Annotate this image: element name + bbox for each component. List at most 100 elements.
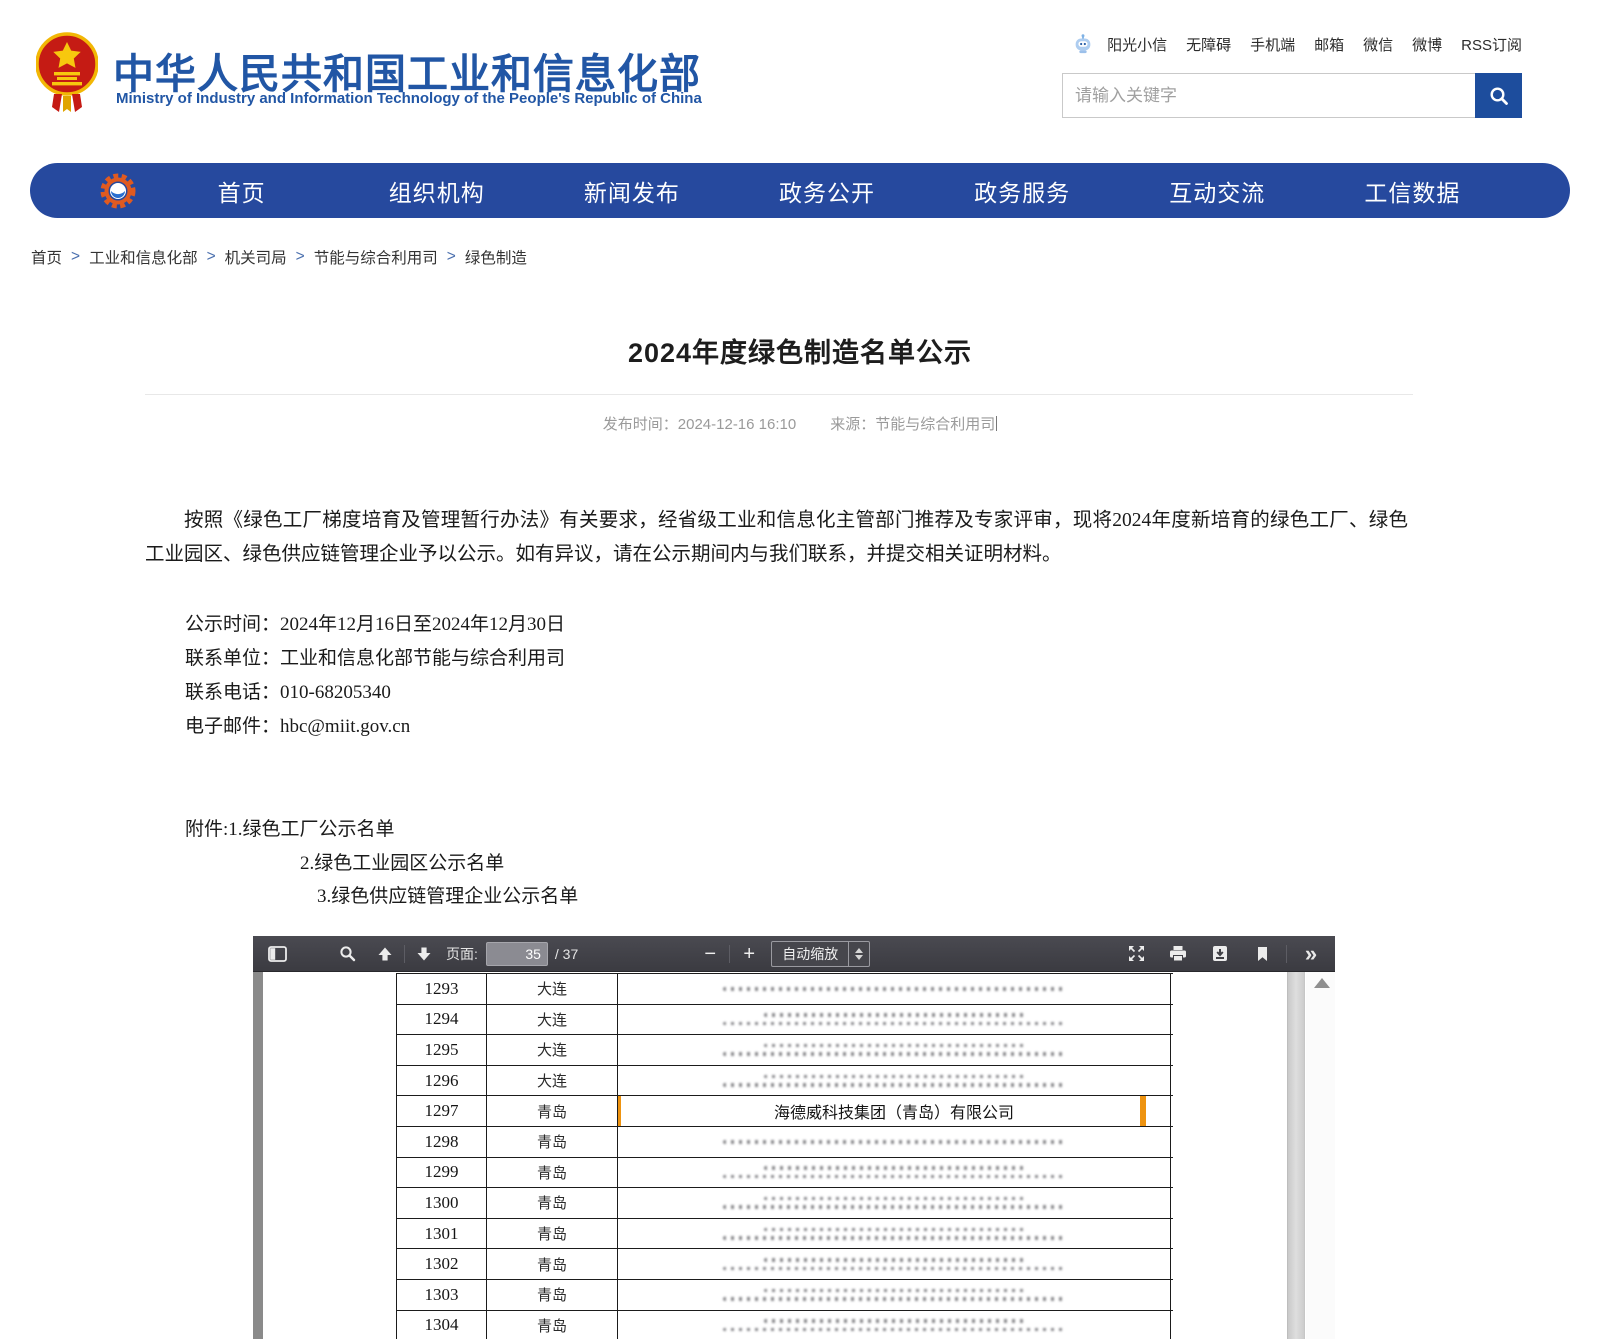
breadcrumb-separator: > (207, 248, 216, 266)
quick-link-1[interactable]: 无障碍 (1186, 34, 1231, 55)
article-meta: 发布时间：2024-12-16 16:10来源：节能与综合利用司 (0, 413, 1600, 434)
nav-item-6[interactable]: 工信数据 (1315, 174, 1510, 208)
zoom-in-button[interactable]: + (735, 940, 763, 968)
company-cell (618, 1158, 1171, 1188)
city-cell: 青岛 (487, 1158, 618, 1188)
source-label: 来源： (830, 416, 875, 433)
more-tools-button[interactable]: » (1297, 940, 1325, 968)
page-number-input[interactable] (486, 942, 548, 966)
breadcrumb-item-2[interactable]: 机关司局 (225, 246, 287, 268)
page-total: / 37 (555, 946, 578, 962)
breadcrumb-item-0[interactable]: 首页 (31, 246, 62, 268)
pdf-scrollbar-track[interactable] (1306, 972, 1335, 1339)
robot-mascot-icon (1072, 33, 1094, 55)
company-cell (618, 1188, 1171, 1218)
main-navigation: 首页组织机构新闻发布政务公开政务服务互动交流工信数据 (30, 163, 1570, 218)
quick-link-3[interactable]: 邮箱 (1314, 34, 1344, 55)
article-paragraph: 按照《绿色工厂梯度培育及管理暂行办法》有关要求，经省级工业和信息化主管部门推荐及… (145, 504, 1408, 572)
bookmark-button[interactable] (1248, 940, 1276, 968)
previous-page-button[interactable] (371, 940, 399, 968)
row-number-cell: 1298 (396, 1127, 487, 1157)
row-number-cell: 1302 (396, 1249, 487, 1279)
download-icon (1212, 945, 1228, 962)
national-emblem-icon (36, 30, 98, 118)
nav-item-5[interactable]: 互动交流 (1120, 174, 1315, 208)
illegible-company-text (618, 987, 1170, 991)
table-row: 1295大连 (396, 1035, 1173, 1066)
company-cell (618, 1127, 1171, 1157)
next-page-button[interactable] (410, 940, 438, 968)
nav-item-2[interactable]: 新闻发布 (534, 174, 729, 208)
info-line-1: 联系单位：工业和信息化部节能与综合利用司 (185, 642, 565, 676)
zoom-mode-value: 自动缩放 (772, 944, 848, 964)
city-cell: 大连 (487, 1005, 618, 1035)
company-cell (618, 1311, 1171, 1339)
table-row: 1298青岛 (396, 1127, 1173, 1158)
city-cell: 青岛 (487, 1219, 618, 1249)
table-row: 1296大连 (396, 1066, 1173, 1097)
info-line-0: 公示时间：2024年12月16日至2024年12月30日 (185, 608, 565, 642)
print-icon (1169, 945, 1187, 962)
attachment-link-1[interactable]: 附件:1.绿色工厂公示名单 (185, 813, 578, 847)
blurred-text-line (723, 1236, 1065, 1240)
page-label: 页面: (446, 944, 478, 964)
company-cell (618, 1219, 1171, 1249)
pdf-search-icon (339, 945, 356, 962)
table-row: 1302青岛 (396, 1249, 1173, 1280)
zoom-out-button[interactable]: − (696, 940, 724, 968)
search-input[interactable] (1063, 74, 1475, 117)
blurred-text-line (764, 1166, 1023, 1170)
city-cell: 大连 (487, 1035, 618, 1065)
quick-link-6[interactable]: RSS订阅 (1461, 34, 1522, 55)
nav-item-4[interactable]: 政务服务 (925, 174, 1120, 208)
arrow-up-icon (377, 946, 393, 962)
nav-item-1[interactable]: 组织机构 (339, 174, 534, 208)
print-button[interactable] (1164, 940, 1192, 968)
article-body: 按照《绿色工厂梯度培育及管理暂行办法》有关要求，经省级工业和信息化主管部门推荐及… (145, 504, 1408, 572)
blurred-text-line (764, 1013, 1023, 1017)
city-cell: 大连 (487, 974, 618, 1004)
illegible-company-text (618, 1319, 1170, 1331)
row-number-cell: 1295 (396, 1035, 487, 1065)
row-number-cell: 1304 (396, 1311, 487, 1339)
breadcrumb-item-4[interactable]: 绿色制造 (465, 246, 527, 268)
city-cell: 青岛 (487, 1280, 618, 1310)
blurred-text-line (764, 1319, 1023, 1323)
company-cell (618, 1035, 1171, 1065)
attachment-list: 附件:1.绿色工厂公示名单2.绿色工业园区公示名单3.绿色供应链管理企业公示名单 (185, 813, 578, 914)
attachment-link-2[interactable]: 2.绿色工业园区公示名单 (185, 847, 578, 881)
header-quick-links: 阳光小信无障碍手机端邮箱微信微博 RSS订阅 (1062, 33, 1522, 55)
download-button[interactable] (1206, 940, 1234, 968)
zoom-mode-select[interactable]: 自动缩放 (771, 941, 870, 967)
source: 节能与综合利用司 (875, 416, 995, 433)
blurred-text-line (723, 1267, 1065, 1271)
bookmark-icon (1256, 946, 1269, 962)
nav-item-3[interactable]: 政务公开 (729, 174, 924, 208)
quick-link-0[interactable]: 阳光小信 (1107, 34, 1167, 55)
quick-link-5[interactable]: 微博 (1412, 34, 1442, 55)
attachment-link-3[interactable]: 3.绿色供应链管理企业公示名单 (185, 880, 578, 914)
illegible-company-text (618, 1044, 1170, 1056)
company-cell (618, 1249, 1171, 1279)
blurred-text-line (723, 987, 1065, 991)
breadcrumb-item-1[interactable]: 工业和信息化部 (89, 246, 198, 268)
blurred-text-line (764, 1228, 1023, 1232)
breadcrumb-item-3[interactable]: 节能与综合利用司 (314, 246, 438, 268)
presentation-mode-button[interactable] (1122, 940, 1150, 968)
double-chevron-icon: » (1305, 943, 1317, 965)
blurred-text-line (723, 1205, 1065, 1209)
blurred-text-line (723, 1140, 1065, 1144)
nav-item-0[interactable]: 首页 (144, 174, 339, 208)
quick-link-4[interactable]: 微信 (1363, 34, 1393, 55)
search-button[interactable] (1475, 73, 1522, 118)
blurred-text-line (764, 1258, 1023, 1262)
contact-info: 公示时间：2024年12月16日至2024年12月30日联系单位：工业和信息化部… (185, 608, 565, 744)
fullscreen-icon (1128, 945, 1145, 962)
pdf-scrollbar-thumb[interactable] (1287, 972, 1305, 1339)
quick-link-2[interactable]: 手机端 (1250, 34, 1295, 55)
row-number-cell: 1296 (396, 1066, 487, 1096)
row-number-cell: 1300 (396, 1188, 487, 1218)
scroll-up-arrow-icon[interactable] (1314, 978, 1330, 988)
sidebar-toggle-button[interactable] (263, 940, 291, 968)
pdf-search-button[interactable] (333, 940, 361, 968)
